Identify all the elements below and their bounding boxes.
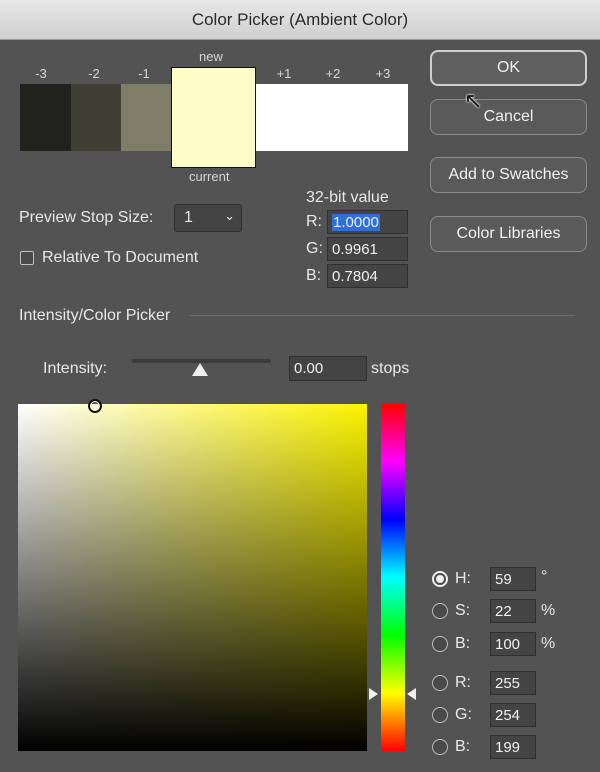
value32-g-label: G: xyxy=(306,240,323,257)
color-picker-dialog: Color Picker (Ambient Color) -3 -2 -1 +1… xyxy=(0,0,600,772)
color-field-marker[interactable] xyxy=(88,399,102,413)
value32-b-label: B: xyxy=(306,267,322,284)
section-divider xyxy=(190,315,575,316)
swatch-label-minus3: -3 xyxy=(35,66,47,81)
g-label: G: xyxy=(455,706,472,723)
b-label: B: xyxy=(455,738,471,755)
intensity-slider-thumb[interactable] xyxy=(192,363,208,376)
value32-g-field[interactable]: 0.9961 xyxy=(327,237,408,261)
chevron-down-icon: ⌄ xyxy=(224,208,235,223)
swatch-plus2[interactable] xyxy=(307,84,357,151)
swatch-minus1[interactable] xyxy=(121,84,172,151)
value32-b-field[interactable]: 0.7804 xyxy=(327,264,408,288)
swatch-label-minus2: -2 xyxy=(88,66,100,81)
hue-slider[interactable] xyxy=(381,404,405,751)
ok-button[interactable]: OK xyxy=(430,50,587,86)
title-bar[interactable]: Color Picker (Ambient Color) xyxy=(0,0,600,40)
swatch-label-minus1: -1 xyxy=(138,66,150,81)
h-unit: ° xyxy=(541,568,548,585)
intensity-label: Intensity: xyxy=(43,360,108,377)
s-radio[interactable] xyxy=(432,603,448,619)
intensity-unit: stops xyxy=(371,360,410,377)
swatch-current-label: current xyxy=(189,169,230,184)
add-to-swatches-button[interactable]: Add to Swatches xyxy=(430,157,587,193)
value32-r-value: 1.0000 xyxy=(332,213,380,231)
s-unit: % xyxy=(541,602,556,619)
relative-to-document-label: Relative To Document xyxy=(42,249,199,266)
color-field[interactable] xyxy=(18,404,367,751)
r-radio[interactable] xyxy=(432,675,448,691)
hue-slider-arrow-right-icon[interactable] xyxy=(407,688,416,700)
brightness-unit: % xyxy=(541,635,556,652)
swatch-minus2[interactable] xyxy=(71,84,121,151)
brightness-label: B: xyxy=(455,635,471,652)
brightness-radio[interactable] xyxy=(432,636,448,652)
swatch-new-label: new xyxy=(199,49,223,64)
value32-r-label: R: xyxy=(306,213,322,230)
h-radio[interactable] xyxy=(432,571,448,587)
swatch-minus3[interactable] xyxy=(20,84,71,151)
hue-slider-arrow-left-icon[interactable] xyxy=(369,688,378,700)
r-label: R: xyxy=(455,674,471,691)
g-radio[interactable] xyxy=(432,707,448,723)
swatch-label-plus1: +1 xyxy=(276,66,292,81)
value32-r-field[interactable]: 1.0000 xyxy=(327,210,408,234)
color-libraries-button[interactable]: Color Libraries xyxy=(430,216,587,252)
h-label: H: xyxy=(455,570,471,587)
section-title: Intensity/Color Picker xyxy=(19,307,171,324)
swatch-plus3[interactable] xyxy=(357,84,408,151)
b-radio[interactable] xyxy=(432,739,448,755)
dialog-title: Color Picker (Ambient Color) xyxy=(191,9,409,29)
g-field[interactable]: 254 xyxy=(490,703,536,727)
brightness-field[interactable]: 100 xyxy=(490,632,536,656)
s-label: S: xyxy=(455,602,471,619)
intensity-field[interactable]: 0.00 xyxy=(289,356,367,381)
s-field[interactable]: 22 xyxy=(490,599,536,623)
preview-stop-size-select[interactable]: 1 ⌄ xyxy=(174,204,242,232)
h-field[interactable]: 59 xyxy=(490,567,536,591)
swatch-new-current[interactable] xyxy=(171,67,256,168)
swatch-label-plus2: +2 xyxy=(325,66,341,81)
b-field[interactable]: 199 xyxy=(490,735,536,759)
preview-stop-size-label: Preview Stop Size: xyxy=(19,209,154,226)
r-field[interactable]: 255 xyxy=(490,671,536,695)
swatch-label-plus3: +3 xyxy=(375,66,391,81)
cancel-button[interactable]: Cancel xyxy=(430,99,587,135)
value32-title: 32-bit value xyxy=(306,189,389,206)
mouse-cursor-icon: ↖ xyxy=(464,88,483,113)
swatch-plus1[interactable] xyxy=(256,84,307,151)
relative-to-document-checkbox[interactable] xyxy=(20,251,34,265)
preview-stop-size-value: 1 xyxy=(184,209,193,226)
